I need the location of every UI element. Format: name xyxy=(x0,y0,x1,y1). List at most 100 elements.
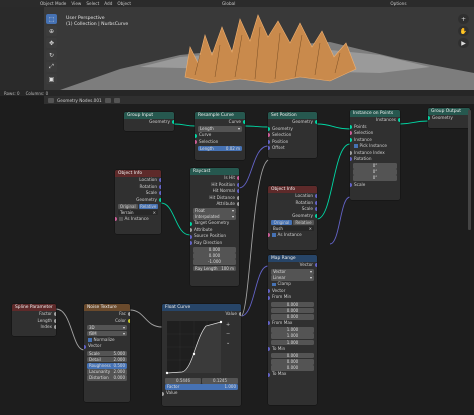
direction-y-field[interactable]: 0.000 xyxy=(193,253,236,259)
transform-orientation[interactable]: Global xyxy=(222,1,235,6)
curve-widget[interactable]: + − ⌄ xyxy=(162,318,241,378)
select-tool-icon[interactable]: ⬚ xyxy=(46,14,57,24)
rotate-tool-icon[interactable]: ↻ xyxy=(46,50,57,60)
float-curve-node[interactable]: Float Curve Value + − ⌄ 0.5446 0.1245 Fac… xyxy=(162,304,241,406)
input-value: Value xyxy=(162,390,241,397)
from-max-z[interactable]: 1.000 xyxy=(271,339,314,346)
dimensions-select[interactable]: 3D ▾ xyxy=(87,324,127,331)
node-title: Object Info xyxy=(115,170,161,177)
rotation-z-field[interactable]: 0° xyxy=(353,175,397,182)
point-y-field[interactable]: 0.1245 xyxy=(202,378,238,384)
input-vector: Vector xyxy=(84,343,130,350)
input-geometry: Geometry xyxy=(428,115,470,122)
menu-mode[interactable]: Object Mode xyxy=(40,1,66,6)
close-icon[interactable] xyxy=(113,97,120,103)
factor-field[interactable]: Factor 1.000 xyxy=(165,384,238,390)
relative-option[interactable]: Relative xyxy=(293,219,314,226)
viewport-info: User Perspective (1) Collection | NurbsC… xyxy=(66,16,128,28)
noise-type-select[interactable]: fBM ▾ xyxy=(87,330,127,337)
zoom-icon[interactable]: + xyxy=(458,14,469,24)
output-curve: Curve xyxy=(195,119,245,126)
output-vector: Vector xyxy=(268,262,317,269)
fake-user-icon[interactable] xyxy=(104,97,111,103)
transform-space-toggle[interactable]: Original Relative xyxy=(118,203,158,210)
lacunarity-field[interactable]: Lacunarity 2.000 xyxy=(87,369,127,375)
distortion-field[interactable]: Distortion 0.000 xyxy=(87,375,127,381)
move-tool-icon[interactable]: ✥ xyxy=(46,38,57,48)
menu-object[interactable]: Object xyxy=(117,1,131,6)
to-min-z[interactable]: 0.000 xyxy=(271,365,314,371)
node-title: Spline Parameter xyxy=(12,304,56,311)
object-info-node-bush[interactable]: Object Info Location Rotation Scale Geom… xyxy=(268,186,317,250)
raycast-node[interactable]: Raycast Is Hit Hit Position Hit Normal H… xyxy=(190,168,239,286)
group-input-node[interactable]: Group Input Geometry xyxy=(124,112,174,131)
data-type-select[interactable]: Vector ▾ xyxy=(271,269,314,275)
as-instance-input[interactable]: As Instance xyxy=(115,216,161,223)
spline-parameter-node[interactable]: Spline Parameter Factor Length Index xyxy=(12,304,56,336)
ray-length-field[interactable]: Ray Length 100 m xyxy=(193,265,236,272)
node-title: Group Output xyxy=(428,108,470,115)
length-field[interactable]: Length 0.02 m xyxy=(198,145,242,152)
cursor-tool-icon[interactable]: ⊕ xyxy=(46,26,57,36)
node-title: Float Curve xyxy=(162,304,241,311)
menu-add[interactable]: Add xyxy=(104,1,112,6)
input-offset: Offset xyxy=(268,145,317,152)
options-menu[interactable]: Options xyxy=(390,1,406,6)
transform-tool-icon[interactable]: ▣ xyxy=(46,74,57,84)
vertical-scrollbar[interactable] xyxy=(468,110,471,230)
from-min-x[interactable]: 0.000 xyxy=(271,301,314,308)
input-rotation: Rotation xyxy=(350,156,400,163)
group-output-node[interactable]: Group Output Geometry xyxy=(428,108,470,128)
from-max-y[interactable]: 1.000 xyxy=(271,333,314,339)
output-index: Index xyxy=(12,324,56,331)
from-max-x[interactable]: 1.000 xyxy=(271,327,314,333)
rotation-x-field[interactable]: 0° xyxy=(353,163,397,169)
menu-select[interactable]: Select xyxy=(86,1,99,6)
direction-z-field[interactable]: -1.000 xyxy=(193,259,236,266)
detail-field[interactable]: Detail 2.000 xyxy=(87,356,127,363)
direction-x-field[interactable]: 0.000 xyxy=(193,247,236,253)
map-range-node[interactable]: Map Range Vector Vector ▾ Linear ▾ Clamp V… xyxy=(268,255,317,405)
input-to-max: To Max xyxy=(268,371,317,378)
to-min-y[interactable]: 0.000 xyxy=(271,359,314,365)
node-title: Set Position xyxy=(268,112,317,119)
collection-label: (1) Collection | NurbsCurve xyxy=(66,22,129,27)
relative-option[interactable]: Relative xyxy=(138,203,158,210)
object-field[interactable]: Terrain × xyxy=(118,209,158,216)
set-position-node[interactable]: Set Position Geometry Geometry Selection… xyxy=(268,112,317,158)
instance-on-points-node[interactable]: Instance on Points Instances Points Sele… xyxy=(350,110,400,200)
roughness-field[interactable]: Roughness 0.500 xyxy=(87,362,127,369)
interpolation-select[interactable]: Linear ▾ xyxy=(271,275,314,281)
columns-count: Columns: 0 xyxy=(25,90,49,96)
menu-view[interactable]: View xyxy=(71,1,81,6)
noise-texture-node[interactable]: Noise Texture Fac Color 3D ▾ fBM ▾ Normali… xyxy=(84,304,130,402)
to-min-x[interactable]: 0.000 xyxy=(271,352,314,359)
object-field[interactable]: Bush × xyxy=(271,225,314,232)
transform-space-toggle[interactable]: Original Relative xyxy=(271,219,314,226)
resample-curve-node[interactable]: Resample Curve Curve Length ▾ Curve Selec… xyxy=(195,112,245,160)
from-min-y[interactable]: 0.000 xyxy=(271,307,314,314)
original-option[interactable]: Original xyxy=(271,219,292,226)
input-from-max: From Max xyxy=(268,320,317,327)
input-scale: Scale xyxy=(350,182,400,189)
curve-point-fields[interactable]: 0.5446 0.1245 xyxy=(165,378,238,384)
original-option[interactable]: Original xyxy=(118,203,138,210)
pan-hand-icon[interactable]: ✋ xyxy=(458,26,469,36)
camera-icon[interactable]: ▶ xyxy=(458,38,469,48)
mapping-select[interactable]: Interpolated ▾ xyxy=(193,214,236,220)
data-type-select[interactable]: Float ▾ xyxy=(193,208,236,214)
rotation-y-field[interactable]: 0° xyxy=(353,169,397,175)
input-to-min: To Min xyxy=(268,346,317,353)
as-instance-input[interactable]: As Instance xyxy=(268,232,317,239)
from-min-z[interactable]: 0.000 xyxy=(271,313,314,320)
object-info-node-terrain[interactable]: Object Info Location Rotation Scale Geom… xyxy=(115,170,161,234)
node-tree-name[interactable]: Geometry Nodes.001 xyxy=(57,98,102,103)
scale-field[interactable]: Scale 5.000 xyxy=(87,350,127,357)
point-x-field[interactable]: 0.5446 xyxy=(165,378,201,384)
node-tree-icon[interactable] xyxy=(48,97,54,103)
node-editor-header: Geometry Nodes.001 xyxy=(44,96,474,104)
node-title: Raycast xyxy=(190,168,239,175)
scale-tool-icon[interactable]: ⤢ xyxy=(46,62,57,72)
svg-text:−: − xyxy=(226,331,230,337)
resample-mode-select[interactable]: Length ▾ xyxy=(198,126,242,132)
